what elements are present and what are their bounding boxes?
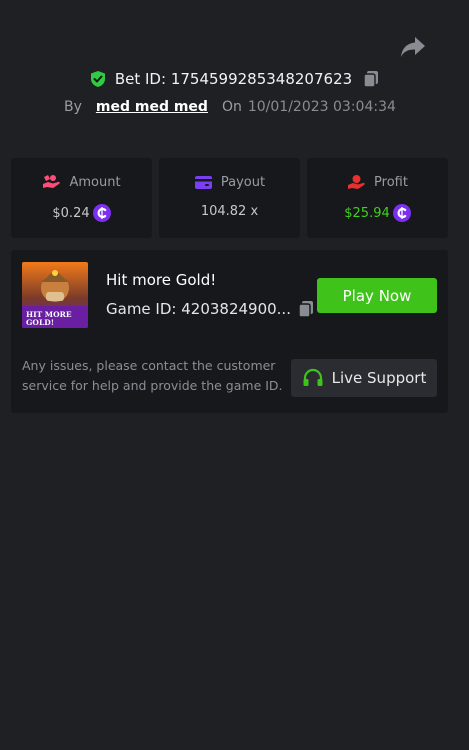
profit-card: Profit $25.94 (307, 158, 448, 238)
live-support-button[interactable]: Live Support (291, 359, 437, 397)
bet-id-row: Bet ID: 1754599285348207623 (0, 66, 469, 92)
game-panel: HIT MORE GOLD! Hit more Gold! Game ID: 4… (11, 250, 448, 413)
payout-label: Payout (220, 174, 266, 190)
bet-id-value: 1754599285348207623 (170, 70, 353, 88)
svg-text:GOLD!: GOLD! (26, 318, 54, 327)
share-button[interactable] (400, 36, 426, 58)
bet-datetime: 10/01/2023 03:04:34 (247, 99, 396, 115)
profit-value: $25.94 (344, 205, 390, 221)
coin-icon (92, 204, 111, 222)
by-label: By (64, 99, 82, 115)
play-now-button[interactable]: Play Now (317, 278, 437, 313)
live-support-label: Live Support (331, 369, 427, 387)
hand-money-icon (348, 175, 365, 189)
game-id-label: Game ID: (106, 300, 177, 318)
shield-check-icon (90, 71, 105, 87)
bet-id-label: Bet ID: (114, 70, 167, 88)
bet-meta-row: By med med med On 10/01/2023 03:04:34 (64, 96, 396, 118)
game-id-row: Game ID: 4203824900... (106, 300, 315, 318)
headset-icon (303, 368, 323, 386)
wallet-card-icon (194, 176, 212, 189)
coin-icon (392, 204, 411, 222)
game-thumbnail[interactable]: HIT MORE GOLD! (22, 262, 88, 328)
game-art-image: HIT MORE GOLD! (22, 262, 88, 328)
on-label: On (221, 99, 242, 115)
bet-stats: Amount $0.24 Payout 104.82 x Profit $25.… (11, 158, 458, 238)
amount-card: Amount $0.24 (11, 158, 152, 238)
payout-card: Payout 104.82 x (159, 158, 300, 238)
copy-icon[interactable] (297, 300, 315, 318)
amount-value: $0.24 (52, 205, 90, 221)
amount-label: Amount (69, 174, 121, 190)
game-id-value: 4203824900... (181, 300, 291, 318)
profit-label: Profit (374, 174, 408, 190)
game-title: Hit more Gold! (106, 271, 217, 289)
username-link[interactable]: med med med (96, 99, 208, 115)
payout-value: 104.82 x (200, 204, 259, 219)
hand-coins-icon (43, 175, 61, 188)
copy-icon[interactable] (362, 70, 380, 88)
support-help-text: Any issues, please contact the customer … (22, 358, 283, 393)
share-icon (401, 37, 425, 57)
